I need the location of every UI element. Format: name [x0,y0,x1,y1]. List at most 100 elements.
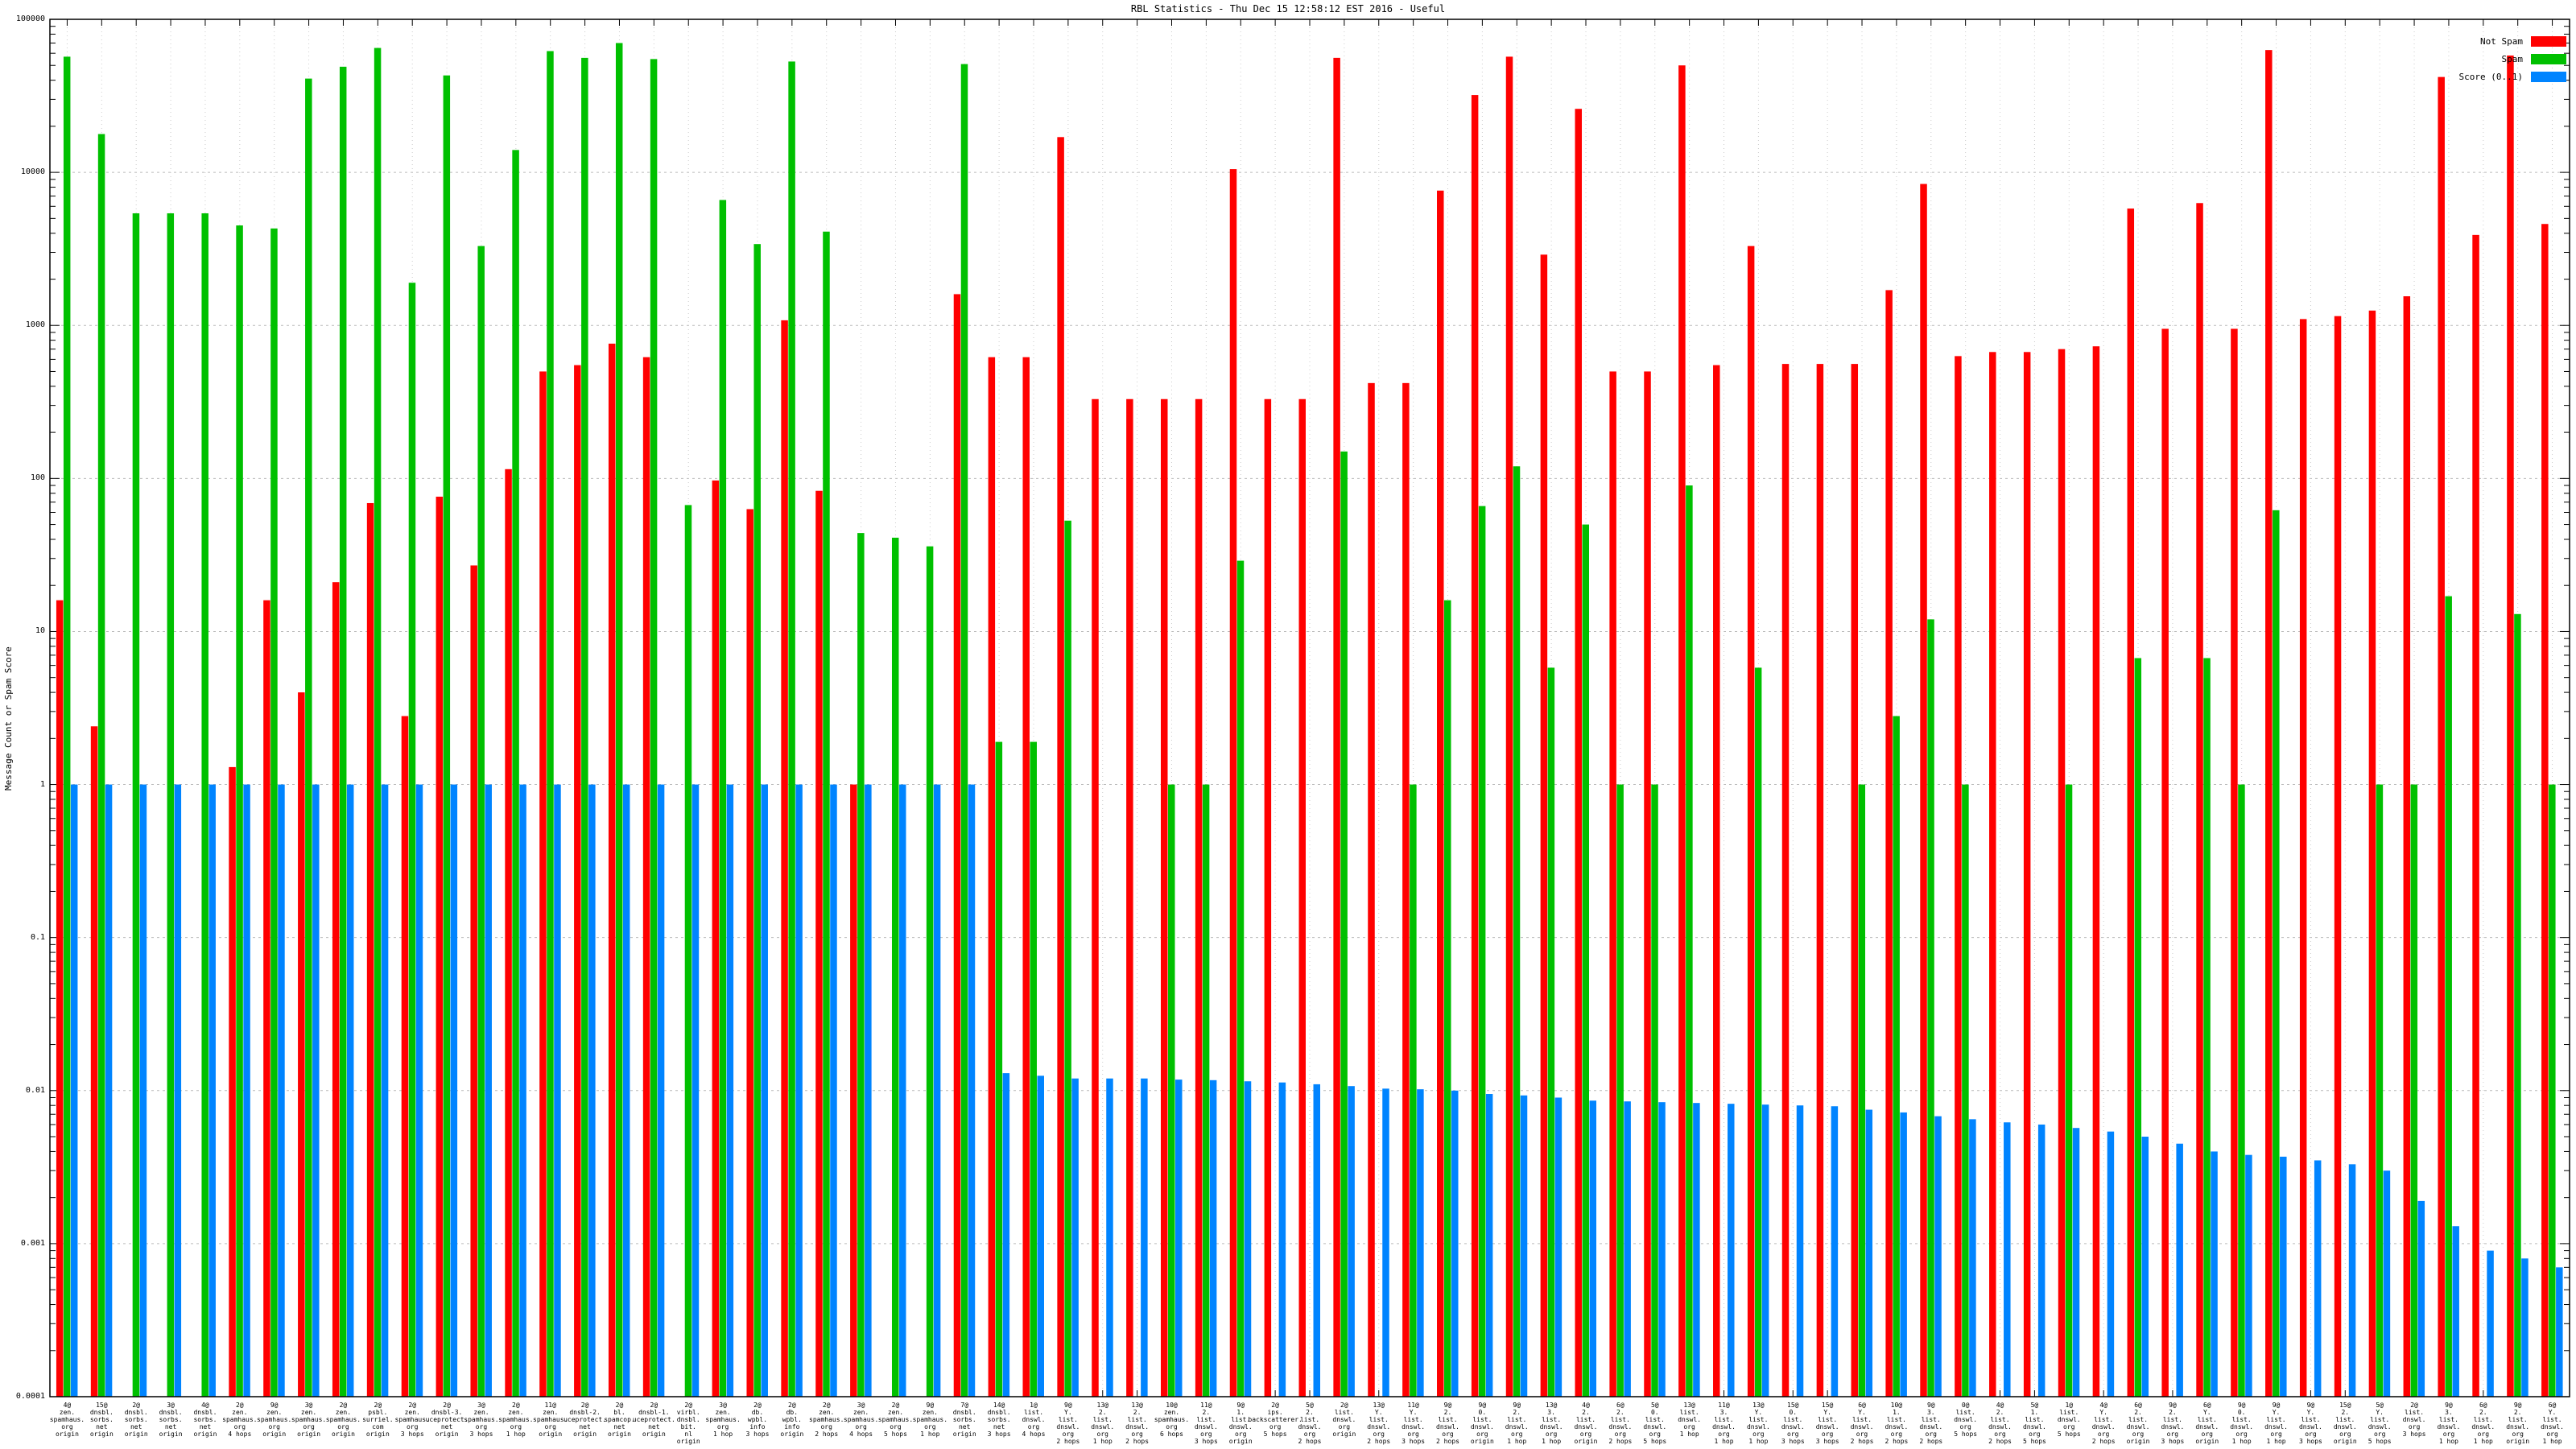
bar-score-0-1- [588,784,596,1397]
bar-not-spam [642,357,650,1397]
bar-spam [270,228,278,1397]
bar-not-spam [1920,184,1927,1397]
bar-not-spam [1678,65,1686,1397]
bar-spam [684,505,692,1397]
bar-score-0-1- [2348,1164,2356,1397]
bar-score-0-1- [1796,1105,1804,1397]
bar-not-spam [1160,398,1168,1397]
legend-item-not-spam: Not Spam [2459,32,2566,50]
bar-score-0-1- [2487,1250,2494,1397]
bar-not-spam [90,726,98,1397]
legend-label: Spam [2501,53,2524,64]
y-tick-label: 10 [35,626,45,636]
bar-score-0-1- [415,784,423,1397]
bar-spam [1616,784,1624,1397]
bar-score-0-1- [761,784,768,1397]
bar-not-spam [332,582,340,1397]
bar-spam [788,61,795,1397]
bar-score-0-1- [2452,1226,2459,1397]
bar-not-spam [1402,382,1410,1397]
bar-not-spam [1989,352,1996,1397]
bar-not-spam [1851,364,1859,1397]
bar-score-0-1- [2211,1151,2218,1397]
bar-not-spam [1022,357,1030,1397]
bar-not-spam [1471,95,1479,1397]
bar-score-0-1- [898,784,906,1397]
bar-spam [201,213,208,1397]
bar-score-0-1- [2072,1128,2080,1397]
bar-score-0-1- [2383,1170,2391,1397]
bar-not-spam [229,766,236,1397]
bar-score-0-1- [1244,1081,1252,1397]
bar-not-spam [1229,169,1237,1397]
bar-score-0-1- [1520,1095,1528,1397]
bar-score-0-1- [1589,1100,1597,1397]
bar-not-spam [953,294,961,1397]
bar-score-0-1- [1037,1075,1044,1397]
bar-score-0-1- [1382,1088,1389,1397]
x-category-label: 6@ Y. list. dnswl. org 1 hop [2541,1402,2564,1445]
bar-not-spam [1195,398,1203,1397]
bar-not-spam [505,469,512,1397]
bar-not-spam [436,496,444,1397]
bar-score-0-1- [208,784,216,1397]
bar-spam [408,283,416,1397]
bar-score-0-1- [312,784,320,1397]
bar-not-spam [2161,328,2169,1397]
bar-spam [1478,506,1486,1397]
bar-not-spam [2265,50,2273,1397]
bar-spam [581,57,588,1397]
bar-spam [1547,667,1555,1397]
bar-spam [1030,741,1037,1397]
bar-score-0-1- [2556,1267,2563,1397]
bar-not-spam [1781,364,1790,1397]
bar-not-spam [2127,208,2135,1397]
bar-spam [891,537,899,1397]
bar-score-0-1- [865,784,872,1397]
bar-score-0-1- [278,784,285,1397]
bar-score-0-1- [346,784,354,1397]
y-tick-label: 100 [30,473,45,483]
bar-score-0-1- [1417,1089,1424,1397]
bar-spam [305,78,312,1397]
bar-spam [2273,510,2280,1397]
bar-not-spam [1747,246,1755,1397]
bar-spam [857,533,865,1397]
bar-not-spam [263,600,270,1397]
bar-not-spam [1092,398,1099,1397]
bar-not-spam [2472,234,2479,1397]
bar-spam [1686,485,1693,1397]
score-swatch [2531,71,2566,82]
bar-score-0-1- [1658,1102,1666,1397]
bar-score-0-1- [2280,1156,2287,1397]
bar-not-spam [56,600,64,1397]
legend-item-spam: Spam [2459,50,2566,68]
bar-score-0-1- [1313,1084,1320,1397]
y-tick-label: 0.0001 [15,1392,45,1401]
bar-not-spam [2438,76,2445,1397]
bar-score-0-1- [830,784,837,1397]
bar-score-0-1- [1141,1078,1148,1397]
bar-spam [1513,466,1521,1397]
bar-not-spam [850,784,857,1397]
bar-spam [615,43,623,1397]
bar-score-0-1- [2176,1143,2183,1397]
bar-score-0-1- [2245,1154,2252,1397]
bar-not-spam [2368,310,2376,1397]
y-tick-label: 0.1 [30,932,45,942]
bar-not-spam [1437,190,1444,1397]
bar-not-spam [298,692,305,1397]
bar-score-0-1- [70,784,78,1397]
bar-score-0-1- [519,784,526,1397]
bar-not-spam [1126,398,1133,1397]
bar-not-spam [1540,254,1548,1397]
bar-spam [2410,784,2418,1397]
bar-score-0-1- [2107,1131,2115,1397]
bar-not-spam [1333,57,1340,1397]
bar-spam [823,231,830,1397]
bar-spam [1858,784,1866,1397]
bar-spam [63,56,71,1397]
bar-not-spam [1575,109,1583,1397]
bar-score-0-1- [450,784,458,1397]
bar-spam [1962,784,1969,1397]
